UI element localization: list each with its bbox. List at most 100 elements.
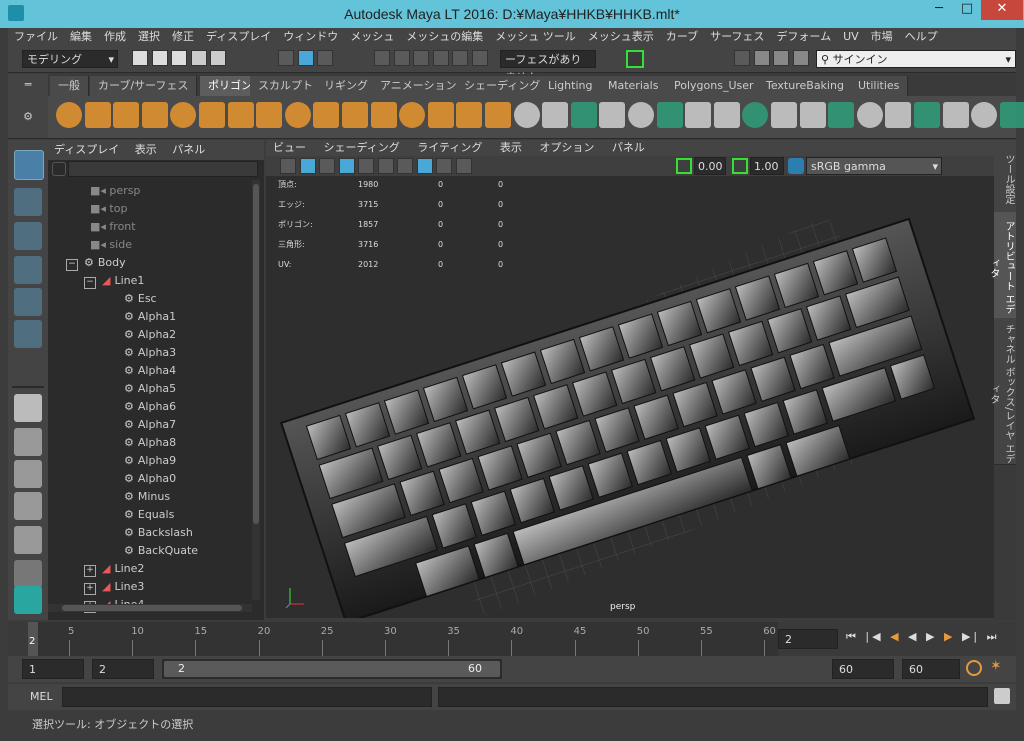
- shelf-quadrangulate-icon[interactable]: [771, 102, 797, 128]
- outliner-group[interactable]: + ◢ Line3: [84, 578, 144, 596]
- shelf-insert-edge-loop-icon[interactable]: [542, 102, 569, 128]
- outliner-key-esc[interactable]: ⚙ Esc: [104, 290, 157, 308]
- outliner-camera-top[interactable]: ■◂ top: [90, 200, 127, 218]
- play-backward-icon[interactable]: ◀: [908, 630, 919, 643]
- shelf-pipe-icon[interactable]: [227, 102, 254, 128]
- tab-channel-box[interactable]: チャネル ボックス/レイヤ エディタ: [988, 318, 1016, 465]
- go-to-start-icon[interactable]: ⏮: [846, 630, 859, 643]
- close-button[interactable]: ✕: [981, 0, 1023, 20]
- menu-item[interactable]: 選択: [132, 28, 166, 46]
- menu-item[interactable]: ディスプレイ: [200, 28, 277, 46]
- outliner-menu-panels[interactable]: パネル: [166, 140, 211, 160]
- paint-select-tool-icon[interactable]: [14, 222, 42, 250]
- outliner-key-alpha2[interactable]: ⚙ Alpha2: [104, 326, 176, 344]
- shelf-cone-icon[interactable]: [141, 102, 168, 128]
- step-forward-frame-icon[interactable]: ▶: [944, 630, 955, 643]
- lights-icon[interactable]: [377, 158, 394, 174]
- perspective-viewport[interactable]: 頂点: 1980 0 0 エッジ: 3715 0 0 ポリゴン: 1857 0 0 三角形: 3716 0 0…: [266, 176, 994, 618]
- shelf-uv-editor-icon[interactable]: [914, 102, 940, 128]
- camera-icon[interactable]: [280, 158, 296, 174]
- tab-attribute-editor[interactable]: アトリビュート エディタ: [988, 212, 1016, 319]
- smooth-shade-icon[interactable]: [338, 158, 355, 174]
- outliner-body[interactable]: − ⚙ Body: [66, 254, 126, 272]
- outliner-key-alpha8[interactable]: ⚙ Alpha8: [104, 434, 176, 452]
- viewport-menu-shading[interactable]: シェーディング: [317, 140, 407, 156]
- menu-item[interactable]: カーブ: [660, 28, 704, 46]
- menu-item[interactable]: メッシュの編集: [400, 28, 489, 46]
- playback-end-field[interactable]: 60: [832, 659, 894, 679]
- outliner-key-alpha3[interactable]: ⚙ Alpha3: [104, 344, 176, 362]
- shelf-planar-uv-icon[interactable]: [799, 102, 826, 128]
- menu-item[interactable]: 作成: [98, 28, 132, 46]
- viewport-menu-options[interactable]: オプション: [532, 140, 601, 156]
- menu-item[interactable]: サーフェス: [704, 28, 770, 46]
- exposure-field[interactable]: 0.00: [694, 157, 726, 175]
- collapse-icon[interactable]: −: [84, 277, 96, 289]
- animation-end-field[interactable]: 60: [902, 659, 960, 679]
- step-back-key-icon[interactable]: |◀: [865, 630, 883, 643]
- persp-outliner-layout-icon[interactable]: [14, 460, 42, 488]
- shelf-fill-hole-icon[interactable]: [513, 102, 540, 128]
- shelf-target-weld-icon[interactable]: [599, 102, 626, 128]
- outliner-group[interactable]: + ◢ Line2: [84, 560, 144, 578]
- shadows-icon[interactable]: [397, 158, 413, 174]
- outliner-key-minus[interactable]: ⚙ Minus: [104, 488, 170, 506]
- textured-icon[interactable]: [358, 158, 374, 174]
- step-forward-key-icon[interactable]: ▶|: [962, 630, 980, 643]
- shelf-tab[interactable]: リギング: [316, 76, 377, 96]
- wireframe-icon[interactable]: [319, 158, 335, 174]
- outliner-key-alpha0[interactable]: ⚙ Alpha0: [104, 470, 176, 488]
- outliner-key-alpha4[interactable]: ⚙ Alpha4: [104, 362, 176, 380]
- menu-item[interactable]: メッシュ: [344, 28, 400, 46]
- menu-item[interactable]: デフォーム: [770, 28, 837, 46]
- menu-item[interactable]: 市場: [865, 28, 899, 46]
- shelf-cube-icon[interactable]: [84, 102, 111, 128]
- shelf-boolean-union-icon[interactable]: [656, 102, 683, 128]
- shelf-tab[interactable]: Materials: [600, 76, 668, 96]
- auto-key-icon[interactable]: ✶: [990, 658, 1002, 674]
- menu-item[interactable]: UV: [837, 28, 865, 46]
- menu-item[interactable]: 編集: [64, 28, 98, 46]
- shelf-merge-icon[interactable]: [628, 102, 654, 128]
- outliner-key-alpha9[interactable]: ⚙ Alpha9: [104, 452, 176, 470]
- lasso-tool-icon[interactable]: [14, 188, 42, 216]
- shelf-tab[interactable]: Lighting: [540, 76, 602, 96]
- gamma-icon[interactable]: [732, 158, 748, 174]
- color-management-icon[interactable]: [788, 158, 804, 174]
- shelf-boolean-difference-icon[interactable]: [685, 102, 712, 128]
- shelf-mirror-icon[interactable]: [370, 102, 397, 128]
- menu-item[interactable]: ファイル: [8, 28, 64, 46]
- snap-projected-icon[interactable]: [432, 50, 449, 66]
- outliner-key-alpha7[interactable]: ⚙ Alpha7: [104, 416, 176, 434]
- shelf-triangulate-icon[interactable]: [742, 102, 769, 128]
- outliner-key-backquate[interactable]: ⚙ BackQuate: [104, 542, 198, 560]
- shelf-extract-icon[interactable]: [284, 102, 311, 128]
- shelf-plane-icon[interactable]: [170, 102, 197, 128]
- outliner-camera-persp[interactable]: ■◂ persp: [90, 182, 140, 200]
- outliner-key-backslash[interactable]: ⚙ Backslash: [104, 524, 193, 542]
- shelf-automatic-uv-icon[interactable]: [885, 102, 912, 128]
- go-to-end-icon[interactable]: ⏭: [987, 630, 1000, 643]
- menu-item[interactable]: メッシュ ツール: [489, 28, 582, 46]
- snap-point-icon[interactable]: [413, 50, 429, 66]
- rotate-tool-icon[interactable]: [14, 288, 42, 316]
- undo-icon[interactable]: [190, 50, 207, 66]
- menu-item[interactable]: ヘルプ: [899, 28, 944, 46]
- shelf-combine-icon[interactable]: [256, 102, 283, 128]
- new-scene-icon[interactable]: [132, 50, 148, 66]
- shelf-menu-icon[interactable]: ═: [8, 74, 48, 96]
- shelf-checker-icon[interactable]: [942, 102, 969, 128]
- make-live-icon[interactable]: [471, 50, 488, 66]
- show-tool-settings-icon[interactable]: [773, 50, 789, 66]
- exposure-icon[interactable]: [676, 158, 692, 174]
- save-scene-icon[interactable]: [171, 50, 187, 66]
- outliner-scroll-thumb[interactable]: [253, 184, 259, 524]
- show-attribute-editor-icon[interactable]: [753, 50, 770, 66]
- four-view-layout-icon[interactable]: [14, 428, 42, 456]
- outliner-filter-icon[interactable]: [52, 162, 66, 176]
- collapse-icon[interactable]: +: [84, 565, 96, 577]
- render-settings-icon[interactable]: [734, 50, 750, 66]
- shelf-multi-cut-icon[interactable]: [570, 102, 597, 128]
- outliner-key-alpha1[interactable]: ⚙ Alpha1: [104, 308, 176, 326]
- shelf-spherical-uv-icon[interactable]: [856, 102, 883, 128]
